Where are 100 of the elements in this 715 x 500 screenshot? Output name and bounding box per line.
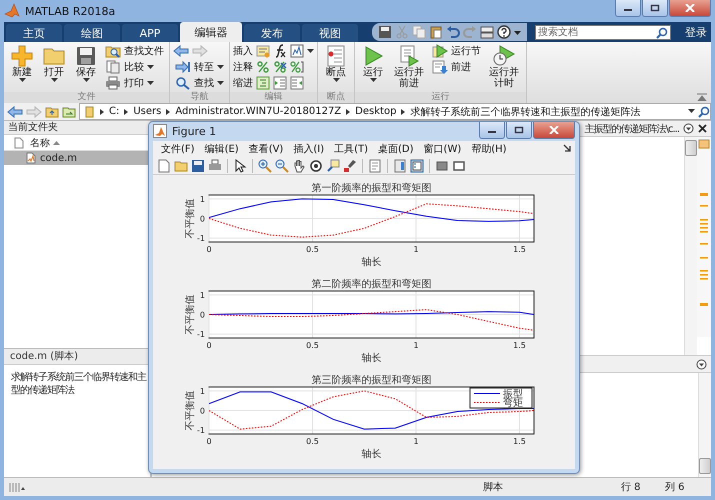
scrollbar[interactable] bbox=[684, 137, 697, 355]
save-icon[interactable] bbox=[378, 25, 392, 39]
search-icon[interactable] bbox=[698, 106, 710, 118]
back-arrow-icon[interactable] bbox=[7, 104, 23, 118]
path-segment[interactable]: Desktop bbox=[355, 106, 396, 117]
back-arrow-icon[interactable] bbox=[173, 44, 189, 58]
collapse-icon[interactable] bbox=[697, 93, 707, 101]
restore-icon bbox=[650, 4, 660, 12]
brush-icon[interactable] bbox=[343, 158, 357, 173]
outdent-icon[interactable] bbox=[290, 76, 304, 90]
browse-folder-icon[interactable] bbox=[62, 106, 76, 118]
ribbon-button[interactable]: 前进 bbox=[430, 60, 483, 74]
ribbon-tab[interactable]: APP bbox=[122, 24, 178, 42]
paste-icon[interactable] bbox=[429, 25, 443, 39]
restore-button[interactable] bbox=[642, 0, 668, 17]
function-icon[interactable] bbox=[273, 44, 287, 58]
hand-icon[interactable] bbox=[292, 158, 306, 173]
ribbon-tab[interactable]: 编辑器 bbox=[180, 22, 242, 42]
chart-title: 第一阶频率的振型和弯矩图 bbox=[312, 183, 432, 194]
menu-item[interactable]: 工具(T) bbox=[334, 142, 368, 156]
legend-icon[interactable] bbox=[410, 158, 424, 173]
save-icon[interactable] bbox=[191, 158, 205, 173]
printer-icon bbox=[105, 76, 121, 90]
address-field[interactable]: C: Users Administrator.WIN7U-20180127Z Desktop 求解转子系统前三个临界转速和主振型的传递矩阵法 bbox=[79, 103, 711, 120]
pointer-icon[interactable] bbox=[233, 158, 247, 173]
restore-button[interactable] bbox=[506, 122, 532, 139]
search-icon[interactable] bbox=[656, 26, 668, 38]
path-segment[interactable]: Users bbox=[133, 106, 162, 117]
open-folder-icon[interactable] bbox=[174, 158, 188, 173]
menu-item[interactable]: 编辑(E) bbox=[204, 142, 239, 156]
ribbon-button[interactable]: 查找 bbox=[173, 76, 226, 90]
ribbon-tab[interactable]: 绘图 bbox=[64, 24, 120, 42]
window-title: Figure 1 bbox=[172, 124, 216, 138]
document-down-arrow-icon bbox=[432, 60, 448, 74]
undo-icon[interactable] bbox=[446, 25, 460, 39]
close-button[interactable] bbox=[669, 0, 711, 17]
tick-label: 1 bbox=[413, 437, 419, 446]
ribbon-button[interactable]: 运行并前进 bbox=[390, 44, 428, 92]
file-row[interactable]: code.m bbox=[4, 151, 150, 165]
dropdown-caret-icon[interactable] bbox=[307, 48, 314, 54]
percent-cross-icon[interactable] bbox=[273, 60, 287, 74]
zoom-out-icon[interactable] bbox=[275, 158, 289, 173]
help-icon[interactable] bbox=[497, 25, 511, 39]
data-tip-icon[interactable] bbox=[326, 158, 340, 173]
menu-item[interactable]: 文件(F) bbox=[161, 142, 195, 156]
path-segment[interactable]: C: bbox=[109, 106, 120, 117]
zoom-in-icon[interactable] bbox=[258, 158, 272, 173]
colorbar-icon[interactable] bbox=[393, 158, 407, 173]
folder-up-icon[interactable] bbox=[45, 106, 59, 118]
ribbon-button[interactable]: 比较 bbox=[103, 60, 166, 74]
path-segment[interactable]: 求解转子系统前三个临界转速和主振型的传递矩阵法 bbox=[410, 104, 640, 118]
panel-grip-icon[interactable] bbox=[8, 481, 26, 493]
tick-label: 0 bbox=[200, 310, 205, 320]
editor-title: 主振型的传递矩阵法\c... bbox=[584, 122, 679, 136]
close-icon[interactable] bbox=[698, 124, 707, 133]
indent-icon[interactable] bbox=[273, 76, 287, 90]
new-document-icon[interactable] bbox=[157, 158, 171, 173]
ribbon-button[interactable]: 运行 bbox=[358, 44, 388, 92]
ribbon-button[interactable]: 打开 bbox=[39, 44, 69, 92]
tick-label: 0.5 bbox=[306, 437, 319, 446]
square-icon[interactable] bbox=[452, 158, 466, 173]
close-button[interactable] bbox=[533, 122, 575, 139]
minimize-button[interactable] bbox=[615, 0, 641, 17]
ribbon-button[interactable]: 运行并计时 bbox=[485, 44, 523, 92]
ribbon-tab[interactable]: 主页 bbox=[6, 24, 62, 42]
chevron-icon bbox=[124, 108, 128, 114]
sign-in-button[interactable]: 登录 bbox=[685, 24, 707, 40]
ribbon-button[interactable]: 运行节 bbox=[430, 44, 483, 58]
menu-item[interactable]: 窗口(W) bbox=[424, 142, 462, 156]
ribbon-tab[interactable]: 视图 bbox=[302, 24, 358, 42]
app-logo-icon bbox=[4, 3, 20, 19]
menu-item[interactable]: 桌面(D) bbox=[378, 142, 414, 156]
menu-item[interactable]: 插入(I) bbox=[293, 142, 324, 156]
search-icon bbox=[175, 76, 191, 90]
scrollbar[interactable] bbox=[698, 373, 711, 477]
percent-wrap-icon[interactable] bbox=[290, 60, 304, 74]
printer-icon[interactable] bbox=[208, 158, 222, 173]
column-header[interactable]: 名称 bbox=[30, 136, 60, 150]
tick-label: 0 bbox=[200, 214, 205, 224]
options-icon[interactable] bbox=[696, 358, 707, 370]
description-text: 型的传递矩阵法 bbox=[11, 384, 76, 397]
path-segment[interactable]: Administrator.WIN7U-20180127Z bbox=[175, 106, 342, 117]
ribbon-button[interactable]: 查找文件 bbox=[103, 44, 166, 58]
ribbon-button[interactable]: 转至 bbox=[173, 60, 226, 74]
ribbon-button[interactable]: 断点 bbox=[321, 44, 351, 92]
windows-icon[interactable] bbox=[480, 25, 494, 39]
dock-arrow-icon[interactable] bbox=[563, 144, 572, 154]
menu-item[interactable]: 帮助(H) bbox=[471, 142, 507, 156]
square-icon[interactable] bbox=[435, 158, 449, 173]
search-field[interactable]: 搜索文档 bbox=[535, 24, 671, 40]
dropdown-caret-icon[interactable] bbox=[688, 109, 695, 114]
menu-item[interactable]: 查看(V) bbox=[248, 142, 284, 156]
minimize-button[interactable] bbox=[479, 122, 505, 139]
ribbon-button[interactable]: 打印 bbox=[103, 76, 166, 90]
options-icon[interactable] bbox=[683, 123, 694, 134]
ribbon-tab[interactable]: 发布 bbox=[244, 24, 300, 42]
ribbon-button[interactable]: 新建 bbox=[7, 44, 37, 92]
file-name: code.m bbox=[40, 152, 78, 164]
ribbon-button[interactable]: 保存 bbox=[71, 44, 101, 92]
status-text: 脚本 bbox=[483, 480, 503, 494]
